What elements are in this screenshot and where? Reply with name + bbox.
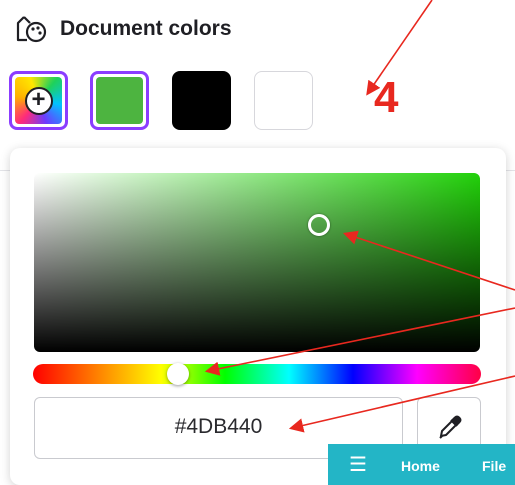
hue-slider[interactable] [33,364,481,384]
nav-file[interactable]: File [482,458,506,474]
palette-icon [14,14,48,44]
step-number-annotation: 4 [374,73,399,122]
saturation-knob[interactable] [308,214,330,236]
add-color-swatch[interactable]: + [9,71,68,130]
menu-icon[interactable]: ☰ [349,455,367,475]
section-title: Document colors [60,17,232,40]
nav-home[interactable]: Home [401,458,440,474]
color-swatch-white[interactable] [254,71,313,130]
color-swatch-black[interactable] [172,71,231,130]
color-swatch-green[interactable] [90,71,149,130]
saturation-brightness-area[interactable] [34,173,480,352]
hue-slider-handle[interactable] [167,363,189,385]
eyedropper-icon [439,415,462,439]
plus-icon: + [24,86,53,115]
